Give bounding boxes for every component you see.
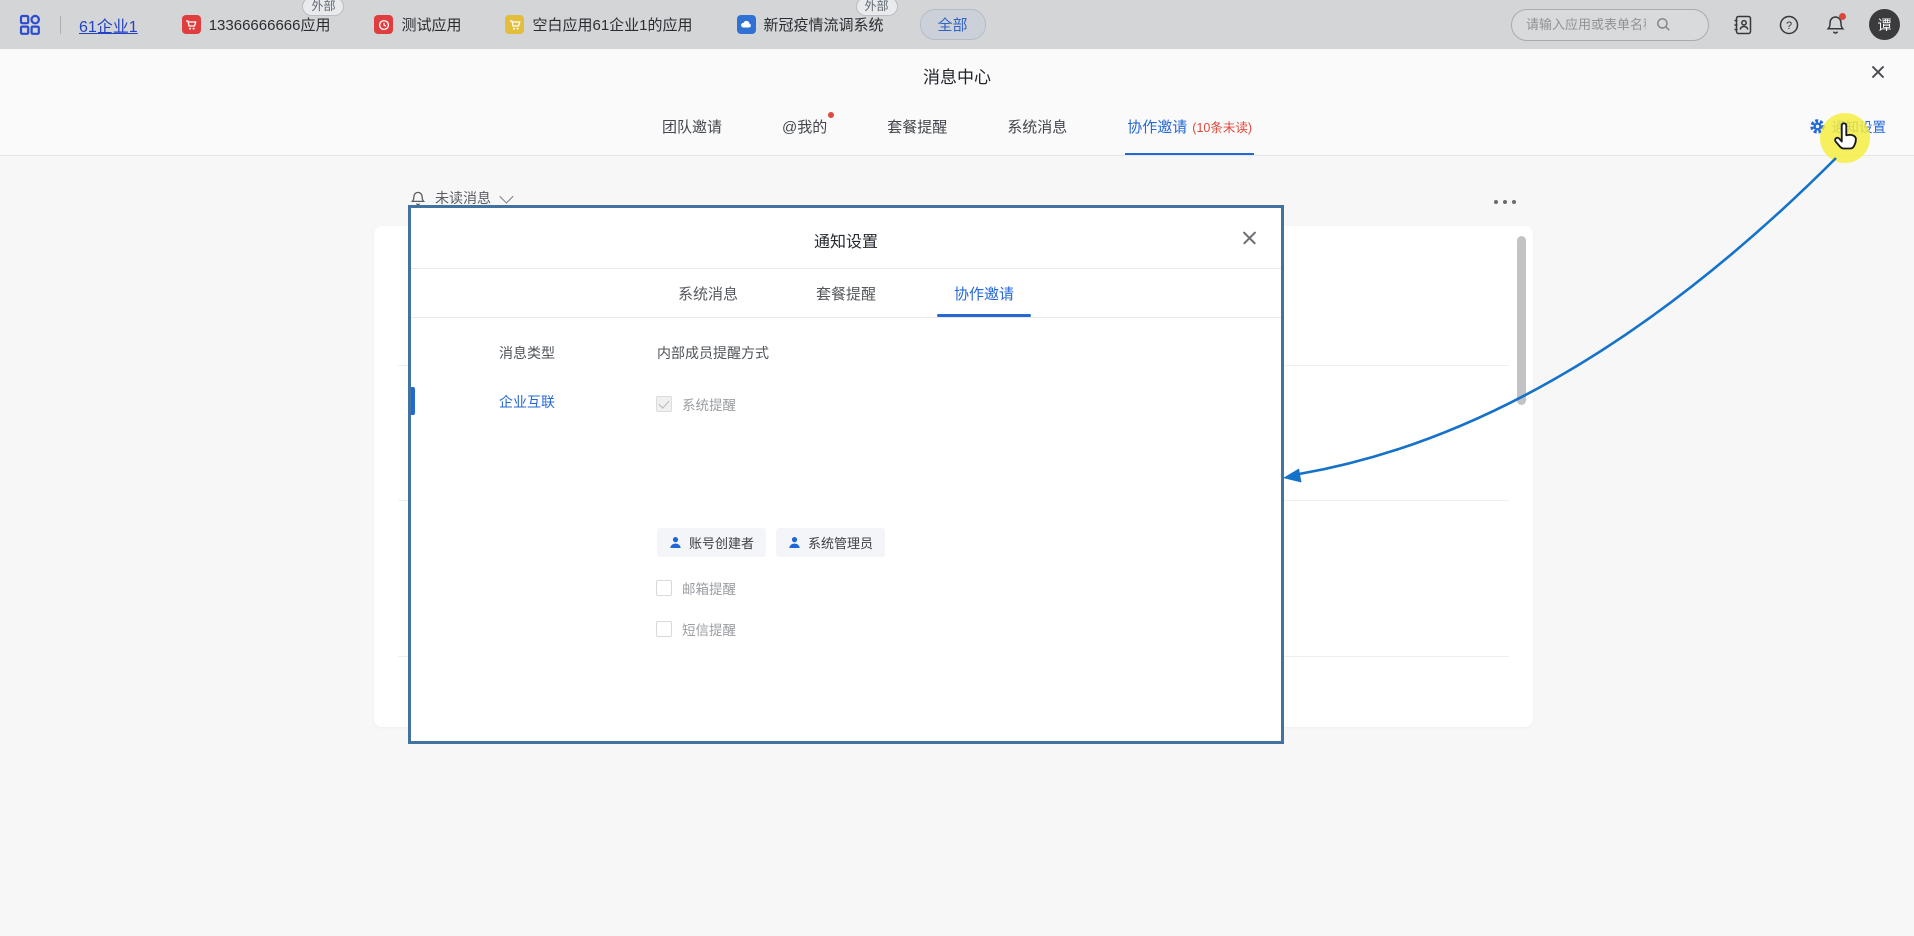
cart-app-icon bbox=[182, 15, 201, 34]
clock-app-icon bbox=[374, 15, 393, 34]
system-reminder-option: 系统提醒 bbox=[656, 394, 736, 414]
reminder-method-header: 内部成员提醒方式 bbox=[657, 343, 769, 363]
selected-category-indicator bbox=[411, 387, 415, 415]
all-apps-pill[interactable]: 全部 bbox=[920, 9, 986, 40]
dialog-close-icon[interactable] bbox=[1241, 229, 1259, 247]
unread-count: (10条未读) bbox=[1192, 117, 1252, 136]
recipient-tag: 系统管理员 bbox=[776, 528, 885, 557]
gear-icon bbox=[1809, 118, 1826, 135]
recipient-tags: 账号创建者 系统管理员 bbox=[657, 528, 885, 557]
page-title: 消息中心 bbox=[0, 63, 1914, 88]
unread-dot bbox=[828, 112, 834, 118]
tab-team-invite[interactable]: 团队邀请 bbox=[662, 97, 722, 155]
workspace-link[interactable]: 61企业1 bbox=[79, 13, 138, 37]
cart-app-icon bbox=[505, 15, 524, 34]
contacts-icon[interactable] bbox=[1731, 13, 1755, 37]
user-avatar[interactable]: 谭 bbox=[1869, 9, 1900, 40]
unread-indicator-dot bbox=[1839, 13, 1846, 20]
system-reminder-checkbox bbox=[656, 396, 672, 412]
app-name: 新冠疫情流调系统 bbox=[764, 14, 884, 35]
top-navigation-bar: 61企业1 13366666666应用 外部 测试应用 空白应用61企业1的应用 bbox=[0, 0, 1914, 49]
category-enterprise-interconnect[interactable]: 企业互联 bbox=[499, 392, 555, 412]
dialog-tab-plan-reminder[interactable]: 套餐提醒 bbox=[816, 269, 876, 317]
sms-reminder-checkbox[interactable] bbox=[656, 621, 672, 637]
person-icon bbox=[788, 536, 801, 549]
app-name: 13366666666应用 bbox=[209, 14, 331, 35]
tab-collaboration-invite[interactable]: 协作邀请 (10条未读) bbox=[1127, 97, 1252, 155]
app-search-box[interactable] bbox=[1511, 9, 1709, 41]
notifications-bell-icon[interactable] bbox=[1823, 13, 1847, 37]
notification-settings-link[interactable]: 通知设置 bbox=[1809, 97, 1886, 155]
nav-app-item[interactable]: 测试应用 bbox=[374, 14, 461, 35]
person-icon bbox=[669, 536, 682, 549]
nav-app-item[interactable]: 空白应用61企业1的应用 bbox=[505, 14, 692, 35]
apps-grid-icon[interactable] bbox=[18, 13, 42, 37]
search-icon bbox=[1656, 17, 1671, 32]
close-icon[interactable] bbox=[1868, 62, 1888, 82]
app-window: 61企业1 13366666666应用 外部 测试应用 空白应用61企业1的应用 bbox=[0, 0, 1914, 936]
dialog-title: 通知设置 bbox=[411, 228, 1281, 252]
scrollbar-thumb[interactable] bbox=[1517, 236, 1526, 405]
cloud-app-icon bbox=[737, 15, 756, 34]
divider bbox=[60, 16, 61, 34]
dialog-tab-collaboration-invite[interactable]: 协作邀请 bbox=[954, 269, 1014, 317]
dialog-tab-system-message[interactable]: 系统消息 bbox=[678, 269, 738, 317]
app-name: 测试应用 bbox=[401, 14, 461, 35]
email-reminder-option: 邮箱提醒 bbox=[656, 578, 736, 598]
sms-reminder-option: 短信提醒 bbox=[656, 619, 736, 639]
email-reminder-checkbox[interactable] bbox=[656, 580, 672, 596]
external-badge: 外部 bbox=[856, 0, 898, 16]
recipient-tag: 账号创建者 bbox=[657, 528, 766, 557]
chevron-down-icon bbox=[499, 190, 513, 204]
bell-icon bbox=[410, 190, 426, 207]
tab-system-message[interactable]: 系统消息 bbox=[1007, 97, 1067, 155]
svg-text:?: ? bbox=[1786, 20, 1792, 32]
notification-settings-dialog: 通知设置 系统消息 套餐提醒 协作邀请 消息类型 内部成员提醒方式 企业互联 系… bbox=[408, 205, 1284, 744]
message-center-header: 消息中心 bbox=[0, 49, 1914, 98]
tab-plan-reminder[interactable]: 套餐提醒 bbox=[887, 97, 947, 155]
message-tabs-bar: 团队邀请 @我的 套餐提醒 系统消息 协作邀请 (10条未读) 通知设置 bbox=[0, 97, 1914, 156]
tab-at-me[interactable]: @我的 bbox=[782, 97, 827, 155]
nav-app-item[interactable]: 13366666666应用 外部 bbox=[182, 14, 331, 35]
help-icon[interactable]: ? bbox=[1777, 13, 1801, 37]
external-badge: 外部 bbox=[302, 0, 344, 16]
message-type-header: 消息类型 bbox=[499, 343, 555, 363]
app-search-input[interactable] bbox=[1524, 16, 1648, 33]
more-options-button[interactable] bbox=[1492, 193, 1522, 209]
app-name: 空白应用61企业1的应用 bbox=[532, 14, 692, 35]
nav-app-item[interactable]: 新冠疫情流调系统 外部 bbox=[737, 14, 884, 35]
